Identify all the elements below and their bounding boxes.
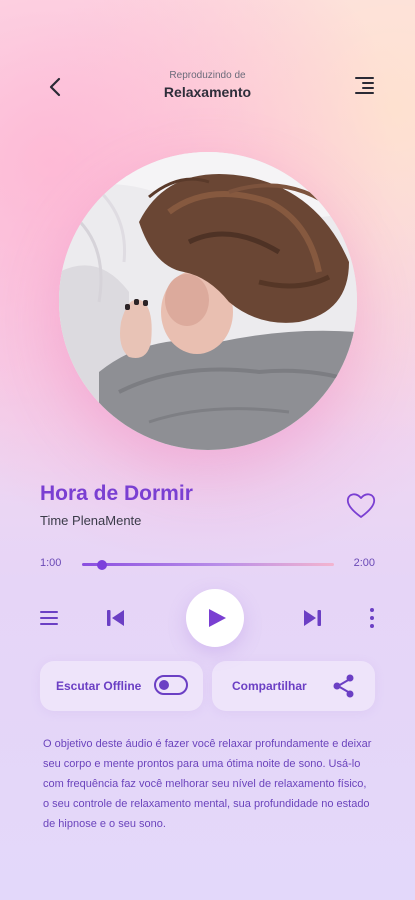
queue-menu-icon[interactable]	[353, 74, 377, 98]
offline-label: Escutar Offline	[56, 679, 142, 693]
playlist-icon[interactable]	[40, 609, 58, 627]
current-time: 1:00	[40, 557, 62, 569]
play-icon	[209, 609, 226, 627]
toggle-knob	[159, 680, 169, 690]
total-duration: 2:00	[353, 557, 375, 569]
track-description: O objetivo deste áudio é fazer você rela…	[43, 738, 372, 830]
favorite-heart-icon[interactable]	[345, 490, 377, 520]
progress-thumb[interactable]	[97, 560, 108, 570]
album-cover-image	[59, 152, 357, 450]
play-button[interactable]	[186, 589, 244, 647]
top-bar: Reproduzindo de Relaxamento	[0, 60, 415, 110]
offline-toggle[interactable]	[154, 675, 188, 695]
more-options-icon[interactable]	[366, 607, 378, 629]
skip-next-icon[interactable]	[302, 607, 324, 629]
share-icon	[333, 674, 354, 698]
offline-card: Escutar Offline	[40, 661, 203, 711]
track-title: Hora de Dormir	[40, 482, 193, 505]
share-button[interactable]: Compartilhar	[212, 661, 375, 711]
share-label: Compartilhar	[232, 679, 307, 693]
skip-previous-icon[interactable]	[104, 607, 126, 629]
progress-bar[interactable]	[82, 563, 334, 566]
track-artist: Time PlenaMente	[40, 513, 142, 528]
